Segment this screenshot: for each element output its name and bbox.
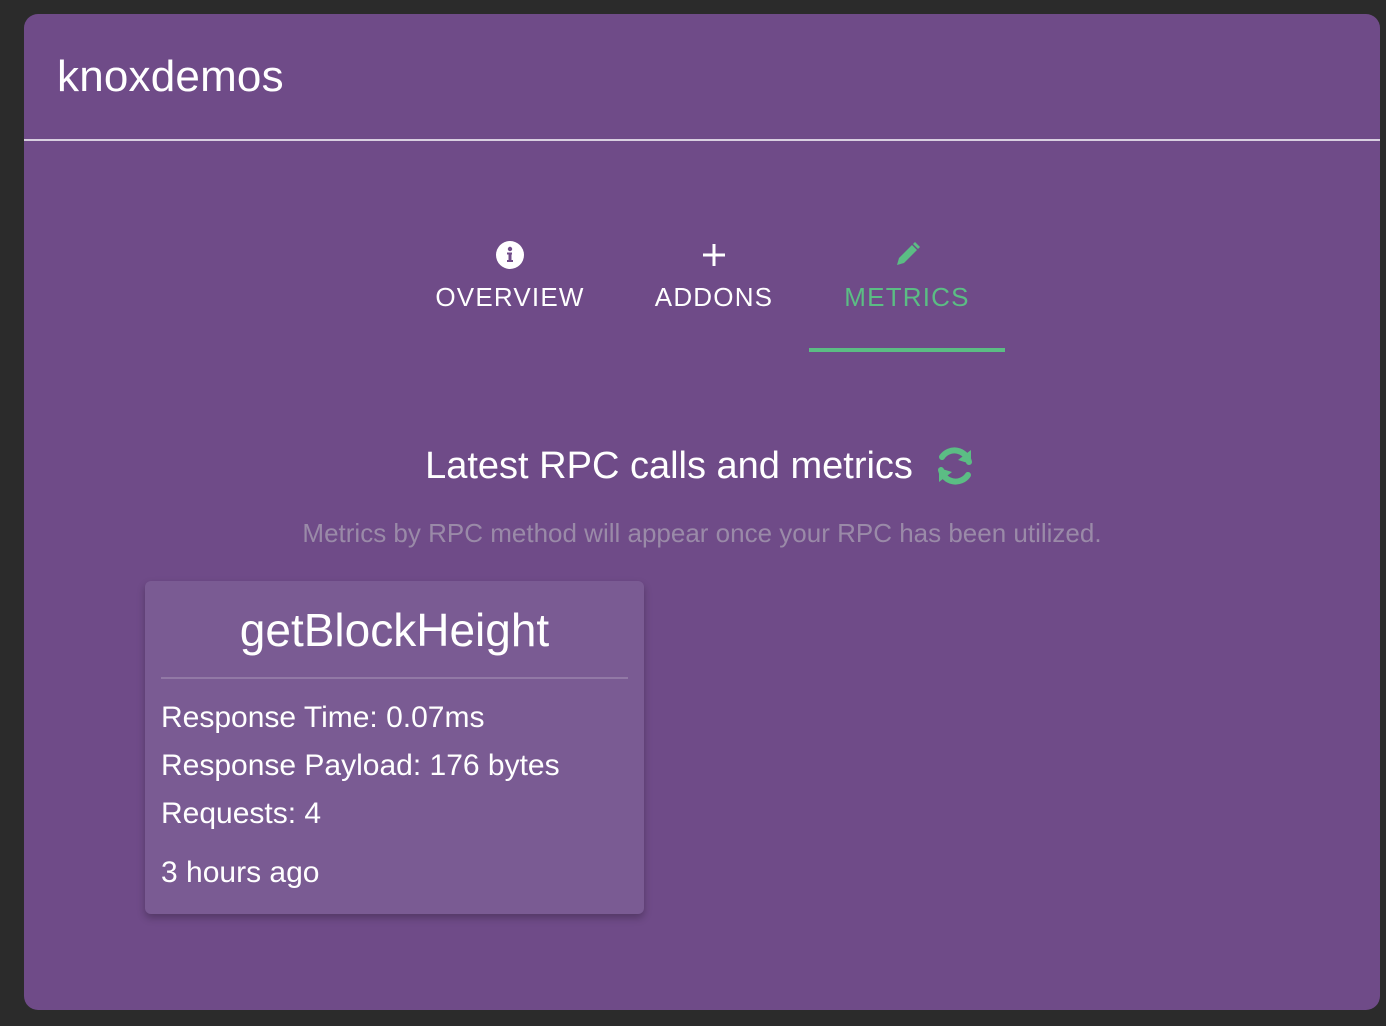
tab-addons[interactable]: ADDONS bbox=[624, 236, 804, 352]
response-payload: Response Payload: 176 bytes bbox=[161, 749, 560, 782]
tab-overview[interactable]: OVERVIEW bbox=[415, 236, 605, 352]
pencil-icon bbox=[892, 240, 922, 270]
page-title: knoxdemos bbox=[57, 52, 284, 101]
tab-addons-label: ADDONS bbox=[654, 282, 774, 312]
tab-metrics-label: METRICS bbox=[844, 282, 970, 312]
rpc-method-name: getBlockHeight bbox=[239, 604, 550, 656]
request-count: Requests: 4 bbox=[161, 797, 322, 830]
active-tab-indicator bbox=[809, 348, 1005, 352]
tab-overview-label: OVERVIEW bbox=[435, 282, 585, 312]
metrics-heading: Latest RPC calls and metrics bbox=[24, 442, 1380, 490]
tab-metrics[interactable]: METRICS bbox=[809, 236, 1005, 352]
panel-header: knoxdemos bbox=[24, 14, 1380, 141]
last-call-time: 3 hours ago bbox=[161, 856, 320, 889]
tab-bar: OVERVIEW ADDONS METRICS bbox=[24, 236, 1380, 352]
response-time: Response Time: 0.07ms bbox=[161, 701, 485, 734]
refresh-icon[interactable] bbox=[931, 442, 979, 490]
plus-icon bbox=[699, 240, 729, 270]
info-circle-icon bbox=[495, 240, 525, 270]
metrics-subtitle: Metrics by RPC method will appear once y… bbox=[302, 518, 1102, 548]
card-divider bbox=[161, 677, 628, 679]
metrics-title: Latest RPC calls and metrics bbox=[425, 444, 913, 487]
app-panel: knoxdemos OVERVIEW ADDONS METRICS Latest… bbox=[24, 14, 1380, 1010]
metric-card: getBlockHeight Response Time: 0.07ms Res… bbox=[145, 581, 644, 914]
